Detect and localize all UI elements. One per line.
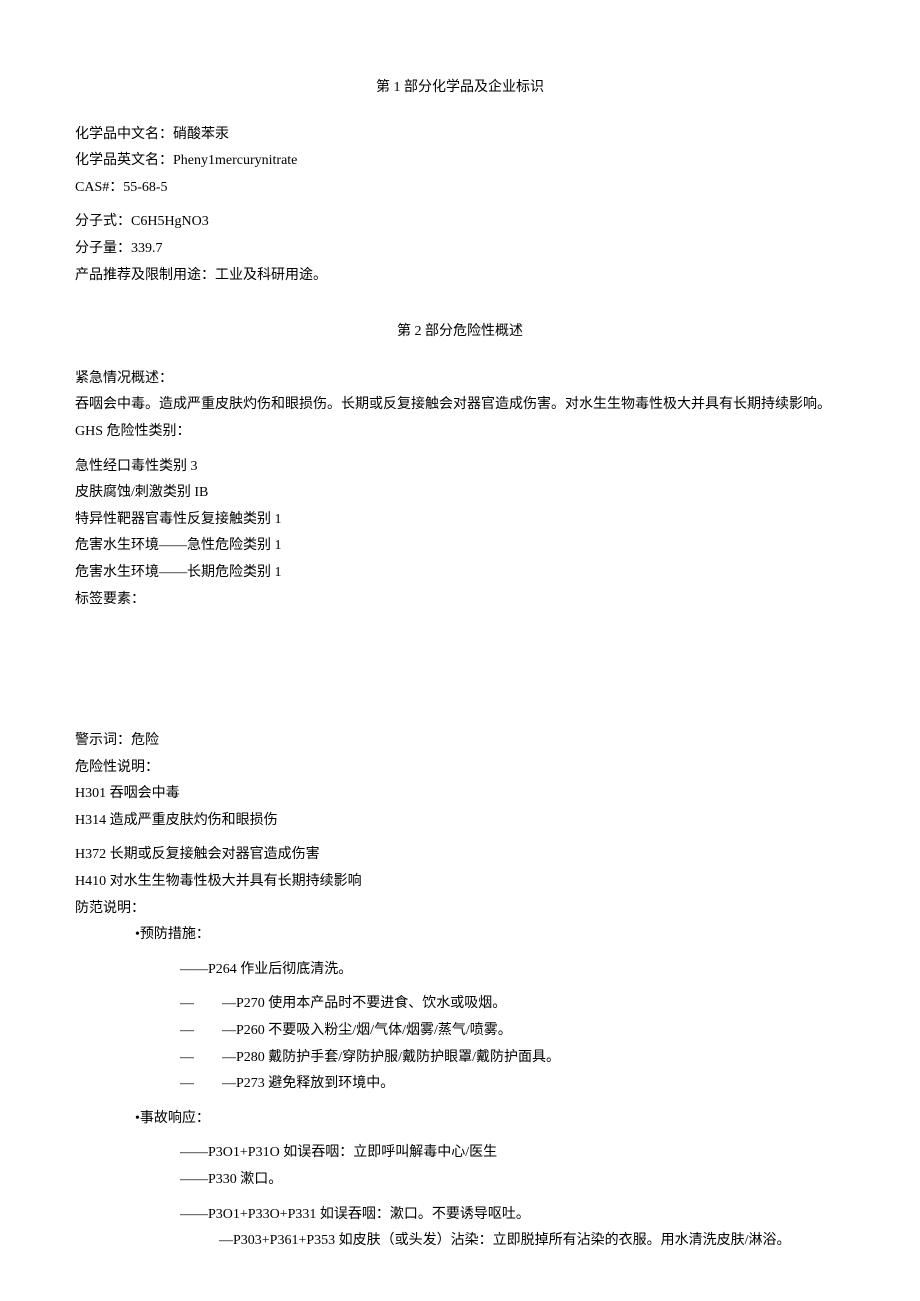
prevention-item: — —P273 避免释放到环境中。 <box>75 1071 845 1098</box>
signal-word-value: 危险 <box>131 733 159 748</box>
section-1-title: 第 1 部分化学品及企业标识 <box>75 75 845 102</box>
response-item: ——P3O1+P33O+P331 如误吞咽：漱口。不要诱导呕吐。 <box>75 1202 845 1229</box>
ghs-item: 危害水生环境——长期危险类别 1 <box>75 560 845 587</box>
mw-value: 339.7 <box>131 241 163 256</box>
molecular-weight: 分子量：339.7 <box>75 236 845 263</box>
ghs-item: 特异性靶器官毒性反复接触类别 1 <box>75 507 845 534</box>
mw-label: 分子量： <box>75 241 131 256</box>
hazard-statement-label: 危险性说明： <box>75 755 845 782</box>
emergency-overview-text: 吞咽会中毒。造成严重皮肤灼伤和眼损伤。长期或反复接触会对器官造成伤害。对水生生物… <box>75 392 845 419</box>
chem-name-en-label: 化学品英文名： <box>75 153 173 168</box>
ghs-item: 急性经口毒性类别 3 <box>75 454 845 481</box>
chem-name-en-value: Pheny1mercurynitrate <box>173 153 297 168</box>
use-value: 工业及科研用途。 <box>215 268 327 283</box>
ghs-item: 危害水生环境——急性危险类别 1 <box>75 533 845 560</box>
cas-number: CAS#：55-68-5 <box>75 175 845 202</box>
response-label: •事故响应： <box>75 1106 845 1133</box>
signal-word: 警示词：危险 <box>75 728 845 755</box>
prevention-label: •预防措施： <box>75 922 845 949</box>
cas-label: CAS#： <box>75 180 123 195</box>
prevention-item: — —P280 戴防护手套/穿防护服/戴防护眼罩/戴防护面具。 <box>75 1045 845 1072</box>
formula-label: 分子式： <box>75 214 131 229</box>
hazard-statement: H410 对水生生物毒性极大并具有长期持续影响 <box>75 869 845 896</box>
chem-name-cn: 化学品中文名：硝酸苯汞 <box>75 122 845 149</box>
chem-name-cn-label: 化学品中文名： <box>75 127 173 142</box>
use-label: 产品推荐及限制用途： <box>75 268 215 283</box>
chem-name-en: 化学品英文名：Pheny1mercurynitrate <box>75 148 845 175</box>
section-2-title: 第 2 部分危险性概述 <box>75 319 845 346</box>
ghs-item: 皮肤腐蚀/刺激类别 IB <box>75 480 845 507</box>
cas-value: 55-68-5 <box>123 180 167 195</box>
precaution-label: 防范说明： <box>75 896 845 923</box>
hazard-statement: H301 吞咽会中毒 <box>75 781 845 808</box>
hazard-statement: H372 长期或反复接触会对器官造成伤害 <box>75 842 845 869</box>
response-item-wrap: —P303+P361+P353 如皮肤（或头发）沾染：立即脱掉所有沾染的衣服。用… <box>75 1228 845 1255</box>
ghs-classification-label: GHS 危险性类别： <box>75 419 845 446</box>
label-elements: 标签要素： <box>75 587 845 614</box>
molecular-formula: 分子式：C6H5HgNO3 <box>75 209 845 236</box>
emergency-overview-label: 紧急情况概述： <box>75 366 845 393</box>
prevention-item: — —P270 使用本产品时不要进食、饮水或吸烟。 <box>75 991 845 1018</box>
response-item: ——P330 漱口。 <box>75 1167 845 1194</box>
response-item: ——P3O1+P31O 如误吞咽：立即呼叫解毒中心/医生 <box>75 1140 845 1167</box>
chem-name-cn-value: 硝酸苯汞 <box>173 127 229 142</box>
hazard-statement: H314 造成严重皮肤灼伤和眼损伤 <box>75 808 845 835</box>
formula-value: C6H5HgNO3 <box>131 214 209 229</box>
signal-word-label: 警示词： <box>75 733 131 748</box>
prevention-item: — —P260 不要吸入粉尘/烟/气体/烟雾/蒸气/喷雾。 <box>75 1018 845 1045</box>
prevention-item: ——P264 作业后彻底清洗。 <box>75 957 845 984</box>
recommended-use: 产品推荐及限制用途：工业及科研用途。 <box>75 263 845 290</box>
